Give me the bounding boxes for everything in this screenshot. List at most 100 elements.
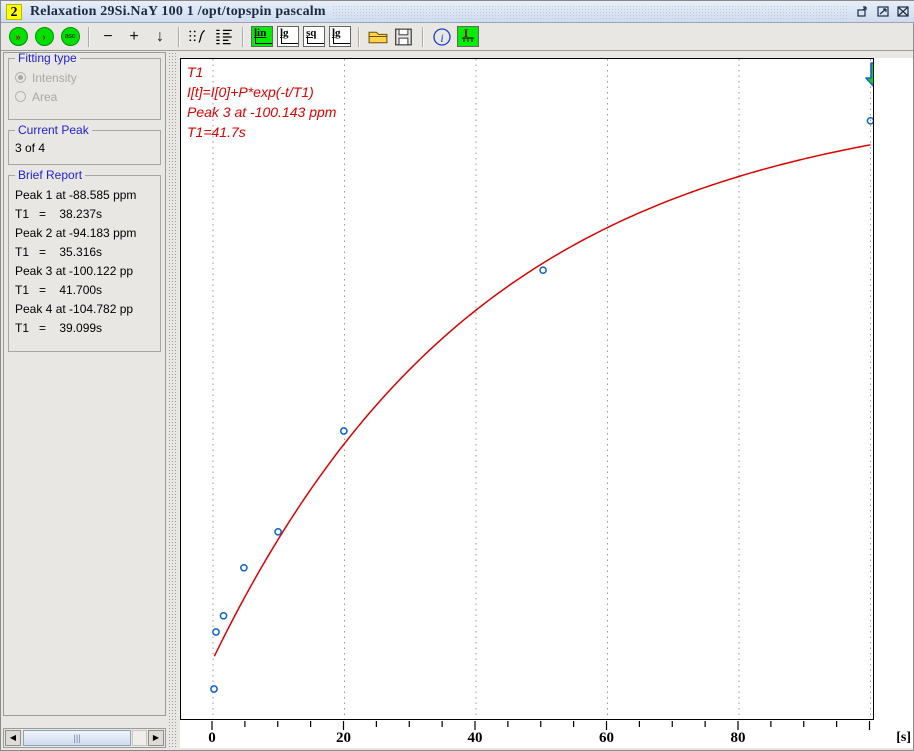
fit-curve bbox=[213, 144, 871, 657]
fitting-type-area-label: Area bbox=[32, 89, 58, 104]
data-point bbox=[212, 628, 220, 636]
x-axis-unit-label: [s] bbox=[896, 730, 911, 745]
lg-axis-icon: lg bbox=[329, 26, 351, 47]
scroll-right-arrow-icon: ▶ bbox=[152, 733, 160, 742]
intensity-button[interactable]: I bbox=[457, 26, 479, 48]
report-line: Peak 3 at -100.122 pp bbox=[15, 264, 134, 278]
annotation-line: T1 bbox=[187, 64, 204, 80]
plus-icon: + bbox=[129, 27, 139, 45]
fitting-type-title: Fitting type bbox=[15, 53, 80, 65]
fitting-type-area[interactable]: Area bbox=[15, 87, 154, 106]
data-point bbox=[339, 427, 348, 435]
close-button[interactable] bbox=[895, 4, 912, 19]
report-line: T1 = 35.316s bbox=[15, 245, 103, 259]
save-button[interactable] bbox=[393, 26, 415, 48]
sidebar-horizontal-scrollbar[interactable]: ◀ ||| ▶ bbox=[3, 728, 166, 748]
svg-text:i: i bbox=[440, 31, 443, 45]
lin-axis-icon: lin bbox=[251, 26, 273, 47]
fitting-type-group: Fitting type Intensity Area bbox=[8, 53, 161, 120]
report-line: T1 = 38.237s bbox=[15, 207, 103, 221]
window-title: Relaxation 29Si.NaY 100 1 /opt/topspin p… bbox=[30, 3, 326, 19]
scrollbar-track[interactable] bbox=[132, 730, 147, 746]
down-button[interactable]: ↓ bbox=[149, 26, 171, 48]
folder-icon bbox=[368, 31, 388, 43]
scroll-left-button[interactable]: ◀ bbox=[5, 730, 21, 746]
data-point bbox=[219, 611, 228, 620]
intensity-axis-icon: I bbox=[457, 26, 479, 47]
scale-lin-button[interactable]: lin bbox=[251, 26, 273, 48]
arrow-down-icon: ↓ bbox=[156, 27, 164, 45]
scroll-right-button[interactable]: ▶ bbox=[148, 730, 164, 746]
report-line: T1 = 39.099s bbox=[15, 321, 103, 335]
report-line: T1 = 41.700s bbox=[15, 283, 103, 297]
x-tick-label: 40 bbox=[467, 730, 483, 746]
toolbar-separator bbox=[422, 26, 424, 47]
toolbar-separator bbox=[178, 26, 180, 47]
report-line: Peak 2 at -94.183 ppm bbox=[15, 226, 137, 240]
list-lines-icon bbox=[216, 29, 232, 44]
report-line: Peak 1 at -88.585 ppm bbox=[15, 188, 137, 202]
scrollbar-grip-icon: ||| bbox=[73, 733, 81, 743]
zoom-out-button[interactable]: − bbox=[97, 26, 119, 48]
x-tick-label: 20 bbox=[336, 730, 351, 746]
annotation-line: T1=41.7s bbox=[187, 124, 246, 140]
lg-axis-icon: lg bbox=[277, 26, 299, 47]
x-axis: 0 20 40 60 80 [s] bbox=[180, 721, 913, 748]
data-point bbox=[240, 563, 248, 572]
x-axis-ticks bbox=[211, 721, 871, 730]
fitting-type-intensity[interactable]: Intensity bbox=[15, 68, 154, 87]
report-line: Peak 4 at -104.782 pp bbox=[15, 302, 134, 316]
scroll-left-arrow-icon: ◀ bbox=[9, 733, 17, 742]
data-point bbox=[539, 266, 547, 275]
points-view-button[interactable] bbox=[187, 26, 209, 48]
current-peak-value: 3 of 4 bbox=[15, 141, 46, 155]
open-button[interactable] bbox=[367, 26, 389, 48]
ascii-button[interactable]: asc bbox=[59, 26, 81, 48]
minus-icon: − bbox=[103, 27, 113, 45]
window-number-badge: 2 bbox=[6, 3, 22, 20]
plot-canvas bbox=[210, 59, 873, 719]
chevron-green-icon: › bbox=[34, 27, 54, 46]
annotation-line: I[t]=I[0]+P*exp(-t/T1) bbox=[187, 84, 314, 100]
maximize-button[interactable] bbox=[875, 4, 892, 19]
annotation-line: Peak 3 at -100.143 ppm bbox=[187, 104, 337, 120]
current-peak-group: Current Peak 3 of 4 bbox=[8, 123, 161, 165]
x-tick-label: 0 bbox=[208, 730, 216, 746]
control-sidebar: Fitting type Intensity Area Current Peak… bbox=[3, 52, 166, 716]
fit-next-button[interactable]: › bbox=[33, 26, 55, 48]
asc-green-icon: asc bbox=[60, 27, 80, 46]
relaxation-plot: T1 I[t]=I[0]+P*exp(-t/T1) Peak 3 at -100… bbox=[180, 58, 913, 748]
toolbar-separator bbox=[358, 26, 360, 47]
scrollbar-thumb[interactable]: ||| bbox=[23, 730, 131, 746]
info-button[interactable]: i bbox=[431, 26, 453, 48]
restore-button[interactable] bbox=[855, 4, 872, 19]
data-points bbox=[210, 116, 873, 693]
scale-lg2-button[interactable]: lg bbox=[329, 26, 351, 48]
data-point bbox=[274, 527, 282, 536]
fitting-type-intensity-label: Intensity bbox=[32, 70, 77, 85]
brief-report-title: Brief Report bbox=[15, 168, 86, 182]
floppy-disk-icon bbox=[395, 28, 412, 45]
current-peak-title: Current Peak bbox=[15, 123, 92, 137]
plot-frame[interactable]: T1 I[t]=I[0]+P*exp(-t/T1) Peak 3 at -100… bbox=[180, 58, 874, 720]
brief-report-group: Brief Report Peak 1 at -88.585 ppm T1 = … bbox=[8, 168, 161, 352]
toolbar-separator bbox=[242, 26, 244, 47]
main-toolbar: » › asc − + ↓ lin lg sq lg i I bbox=[1, 23, 913, 51]
titlebar-texture bbox=[331, 4, 849, 19]
zoom-in-button[interactable]: + bbox=[123, 26, 145, 48]
window-titlebar: 2 Relaxation 29Si.NaY 100 1 /opt/topspin… bbox=[1, 1, 914, 23]
double-chevron-green-icon: » bbox=[8, 27, 28, 46]
data-point bbox=[210, 685, 218, 693]
panel-splitter[interactable] bbox=[168, 52, 178, 748]
toolbar-separator bbox=[88, 26, 90, 47]
scatter-points-icon bbox=[189, 29, 205, 43]
fit-all-button[interactable]: » bbox=[7, 26, 29, 48]
grid-lines bbox=[212, 59, 871, 719]
scale-sq-button[interactable]: sq bbox=[303, 26, 325, 48]
sq-axis-icon: sq bbox=[303, 26, 325, 47]
radio-selected-icon bbox=[15, 72, 26, 83]
list-view-button[interactable] bbox=[213, 26, 235, 48]
green-down-arrow-icon[interactable] bbox=[865, 61, 874, 91]
radio-unselected-icon bbox=[15, 91, 26, 102]
scale-lg-button[interactable]: lg bbox=[277, 26, 299, 48]
